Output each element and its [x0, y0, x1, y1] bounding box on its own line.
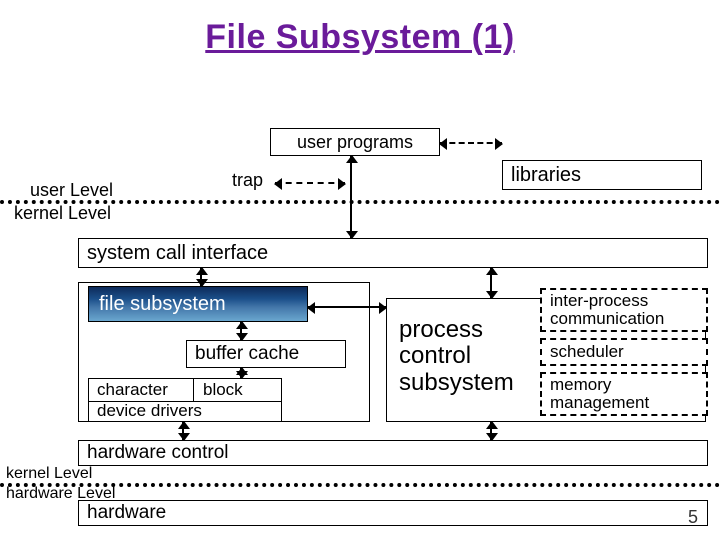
arrow-file-pcs — [308, 306, 386, 308]
arrow-dd-hwctrl — [182, 422, 184, 440]
label-file-subsystem: file subsystem — [99, 293, 226, 316]
arrow-userprograms-libraries — [440, 142, 502, 144]
arrow-buffer-block — [240, 368, 242, 378]
label-character: character — [97, 380, 168, 400]
arrow-userprograms-sci — [350, 156, 352, 238]
arrow-sci-pcs — [490, 268, 492, 298]
label-system-call-interface: system call interface — [87, 242, 268, 265]
label-buffer-cache: buffer cache — [195, 343, 299, 365]
box-buffer-cache: buffer cache — [186, 340, 346, 368]
box-memory-management: memory management — [540, 372, 708, 416]
slide-title: File Subsystem (1) — [0, 18, 720, 57]
box-ipc: inter-process communication — [540, 288, 708, 332]
label-block: block — [203, 380, 243, 400]
label-hardware: hardware — [87, 502, 166, 524]
box-scheduler: scheduler — [540, 338, 708, 366]
sep-char-block — [193, 379, 194, 401]
box-hardware-control: hardware control — [78, 440, 708, 466]
arrow-trap — [275, 182, 345, 184]
box-device-drivers: character block device drivers — [88, 378, 282, 422]
box-hardware: hardware — [78, 500, 708, 526]
label-kernel-level-top: kernel Level — [14, 203, 111, 224]
label-memory-management: memory management — [550, 376, 698, 412]
label-ipc: inter-process communication — [550, 292, 698, 328]
label-user-level: user Level — [30, 180, 113, 201]
label-process-control-subsystem: process control subsystem — [399, 317, 514, 396]
label-hardware-control: hardware control — [87, 442, 229, 464]
box-libraries: libraries — [502, 160, 702, 190]
label-kernel-level-bottom: kernel Level — [6, 465, 92, 483]
label-libraries: libraries — [511, 164, 581, 187]
arrow-pcs-hwctrl — [490, 422, 492, 440]
arrow-file-buffer — [240, 322, 242, 340]
box-system-call-interface: system call interface — [78, 238, 708, 268]
page-number: 5 — [688, 507, 698, 528]
box-user-programs: user programs — [270, 128, 440, 156]
label-scheduler: scheduler — [550, 342, 624, 362]
label-trap: trap — [232, 170, 263, 191]
box-file-subsystem: file subsystem — [88, 286, 308, 322]
label-user-programs: user programs — [297, 132, 413, 153]
label-device-drivers: device drivers — [97, 401, 202, 421]
